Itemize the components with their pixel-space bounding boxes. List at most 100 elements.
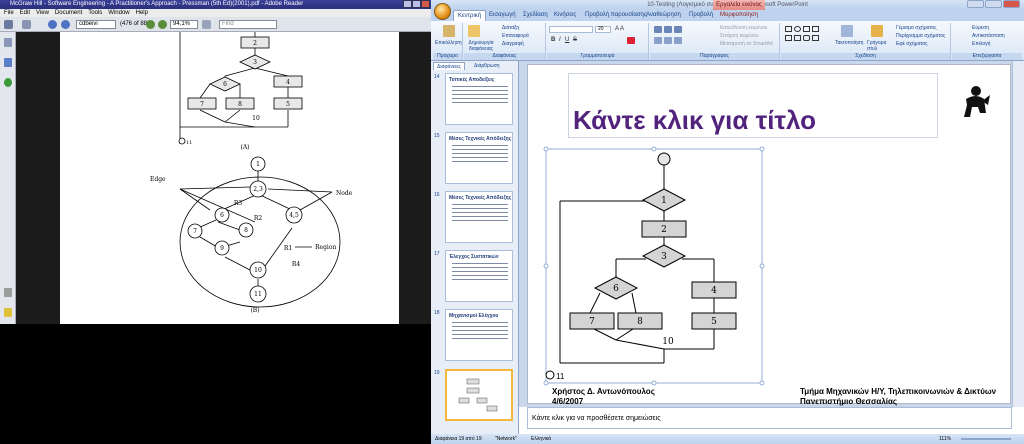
tab-outline[interactable]: Διάρθρωση — [471, 62, 503, 70]
underline-icon[interactable]: U — [565, 37, 569, 43]
new-slide-icon[interactable] — [468, 25, 480, 37]
bullets-icon[interactable] — [654, 26, 662, 33]
slide-node: 2 — [661, 225, 667, 235]
powerpoint-window: 10-Testing (Λογισμικό συμβατότητας) - Mi… — [431, 0, 1024, 444]
office-button-icon[interactable] — [434, 3, 451, 20]
tab-animations[interactable]: Κινήσεις — [550, 10, 580, 21]
page-number-input[interactable]: cdbeivi — [76, 20, 116, 29]
paste-icon[interactable] — [443, 25, 455, 37]
comments-icon[interactable] — [4, 308, 12, 317]
menu-edit[interactable]: Edit — [20, 10, 30, 16]
zoom-out-icon[interactable] — [146, 20, 155, 29]
align-right-icon[interactable] — [674, 37, 682, 44]
smartart-button[interactable]: Μετατροπή σε SmartArt — [720, 41, 773, 47]
ribbon: Επικόλληση Πρόχειρο Δημιουργία διαφάνεια… — [431, 21, 1024, 61]
shape-outline-button[interactable]: Περίγραμμα σχήματος — [896, 33, 945, 39]
indent-icon[interactable] — [674, 26, 682, 33]
arrange-icon[interactable] — [841, 25, 853, 37]
shape-effects-button[interactable]: Εφέ σχήματος — [896, 41, 928, 47]
grow-font-icon[interactable]: A A — [615, 26, 624, 32]
menu-view[interactable]: View — [36, 10, 49, 16]
tab-view[interactable]: Προβολή — [685, 10, 717, 21]
fit-page-icon[interactable] — [202, 20, 211, 29]
new-slide-button[interactable]: Δημιουργία διαφάνειας — [464, 40, 498, 52]
menu-document[interactable]: Document — [55, 10, 82, 16]
shape-oval-icon[interactable] — [794, 26, 801, 32]
numbering-icon[interactable] — [664, 26, 672, 33]
font-name-combo[interactable] — [549, 26, 593, 33]
flowgraph-picture[interactable]: 1 2 3 6 4 7 8 5 10 11 — [528, 145, 1012, 387]
paste-button[interactable]: Επικόλληση — [435, 40, 462, 46]
panel-tabs: Διαφάνειες Διάρθρωση — [433, 62, 517, 70]
shape-line-icon[interactable] — [803, 26, 810, 32]
tab-format[interactable]: Μορφοποίηση — [716, 10, 762, 21]
menu-tools[interactable]: Tools — [88, 10, 102, 16]
tab-home[interactable]: Κεντρική — [453, 10, 487, 21]
thumb-title: Μέσες Τεχνικές Απόδειξης — [449, 195, 512, 201]
slide[interactable]: Κάντε κλικ για τίτλο 1 2 3 6 4 7 8 5 10 … — [527, 64, 1012, 406]
group-paragraph: Κατεύθυνση κειμένου Στοίχιση κειμένου Με… — [650, 23, 780, 60]
menu-file[interactable]: File — [4, 10, 14, 16]
bookmarks-icon[interactable] — [4, 58, 12, 67]
shape-brace-icon[interactable] — [812, 35, 819, 41]
zoom-field[interactable]: 94,1% — [170, 20, 198, 29]
zoom-slider[interactable] — [961, 438, 1011, 440]
strikethrough-icon[interactable]: S — [573, 37, 577, 43]
zoom-in-icon[interactable] — [158, 20, 167, 29]
layout-button[interactable]: Διάταξη — [502, 25, 519, 31]
minimize-button[interactable] — [403, 0, 412, 8]
next-page-icon[interactable] — [61, 20, 70, 29]
menu-help[interactable]: Help — [136, 10, 148, 16]
tab-slides[interactable]: Διαφάνειες — [433, 62, 465, 70]
tab-review[interactable]: Αναθεώρηση — [642, 10, 685, 21]
delete-button[interactable]: Διαγραφή — [502, 41, 524, 47]
select-button[interactable]: Επιλογή — [972, 41, 990, 47]
attachment-icon[interactable] — [4, 288, 12, 297]
quick-styles-button[interactable]: Γρήγορα στυλ — [867, 40, 889, 52]
close-button[interactable] — [1003, 0, 1020, 8]
group-label: Πρόχειρο — [433, 53, 462, 60]
align-center-icon[interactable] — [664, 37, 672, 44]
close-button[interactable] — [421, 0, 430, 8]
email-icon[interactable] — [22, 20, 31, 29]
italic-icon[interactable]: I — [559, 37, 561, 43]
notes-pane[interactable]: Κάντε κλικ για να προσθέσετε σημειώσεις — [527, 407, 1012, 429]
slide-thumbnail[interactable]: Έλεγχος Συστατικών — [445, 250, 513, 302]
vertical-scrollbar[interactable] — [1012, 61, 1024, 407]
shape-star-icon[interactable] — [794, 35, 801, 41]
slide-thumbnail[interactable]: Μηχανισμοί Ελέγχου — [445, 309, 513, 361]
text-direction-button[interactable]: Κατεύθυνση κειμένου — [720, 25, 767, 31]
prev-page-icon[interactable] — [48, 20, 57, 29]
bold-icon[interactable]: B — [551, 37, 555, 43]
slide-thumbnail-selected[interactable] — [445, 369, 513, 421]
menu-window[interactable]: Window — [108, 10, 129, 16]
find-input[interactable]: Find — [219, 20, 277, 29]
slide-thumbnail[interactable]: Μέσες Τεχνικές Απόδειξης — [445, 132, 513, 184]
pages-icon[interactable] — [4, 38, 12, 47]
minimize-button[interactable] — [967, 0, 984, 8]
quick-styles-icon[interactable] — [871, 25, 883, 37]
tab-insert[interactable]: Εισαγωγή — [485, 10, 520, 21]
shape-triangle-icon[interactable] — [785, 35, 792, 41]
maximize-button[interactable] — [412, 0, 421, 8]
slide-thumbnail[interactable]: Μέσες Τεχνικές Απόδειξης — [445, 191, 513, 243]
shape-rect-icon[interactable] — [785, 26, 792, 32]
print-icon[interactable] — [4, 20, 13, 29]
find-button[interactable]: Εύρεση — [972, 25, 989, 31]
align-text-button[interactable]: Στοίχιση κειμένου — [720, 33, 759, 39]
replace-button[interactable]: Αντικατάσταση — [972, 33, 1005, 39]
slide-thumbnail[interactable]: Τυπικές Αποδείξεις — [445, 73, 513, 125]
shape-arrow-icon[interactable] — [812, 26, 819, 32]
maximize-button[interactable] — [985, 0, 1002, 8]
font-color-icon[interactable] — [627, 37, 635, 44]
reset-button[interactable]: Επαναφορά — [502, 33, 529, 39]
font-size-combo[interactable]: 20 — [595, 26, 611, 33]
arrange-button[interactable]: Τακτοποίηση — [835, 40, 863, 46]
help-icon[interactable] — [4, 78, 12, 87]
shape-fill-button[interactable]: Γέμισμα σχήματος — [896, 25, 937, 31]
align-left-icon[interactable] — [654, 37, 662, 44]
tab-slideshow[interactable]: Προβολή παρουσίασης — [581, 10, 651, 21]
shape-rounded-icon[interactable] — [803, 35, 810, 41]
tab-design[interactable]: Σχεδίαση — [519, 10, 552, 21]
slide-title-placeholder[interactable]: Κάντε κλικ για τίτλο — [573, 105, 953, 136]
